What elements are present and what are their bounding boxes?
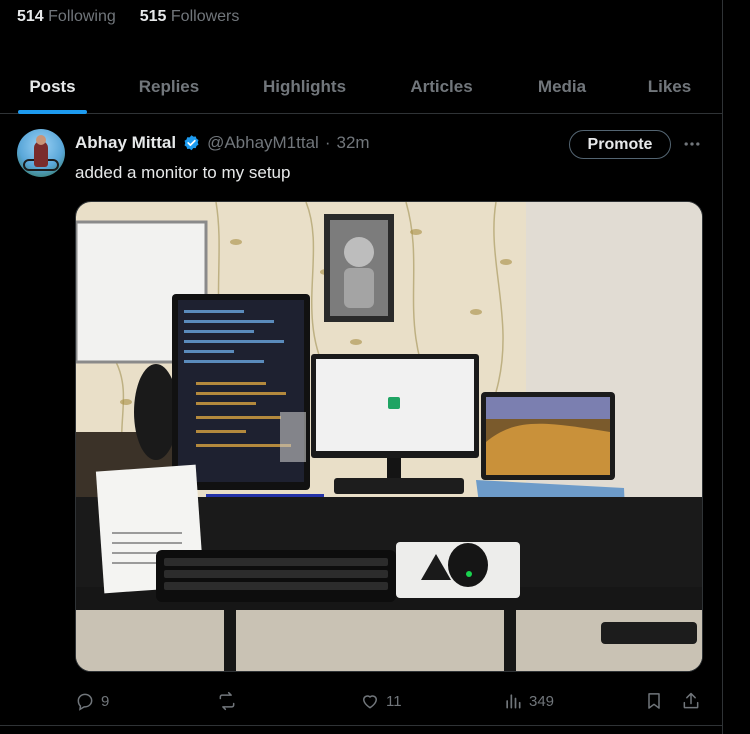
profile-tabs: Posts Replies Highlights Articles Media …: [0, 60, 722, 114]
tab-label: Media: [537, 77, 587, 96]
views-icon: [506, 694, 521, 709]
tweet-photo[interactable]: [75, 201, 703, 672]
bookmark-icon: [648, 693, 660, 709]
tab-articles[interactable]: Articles: [376, 60, 507, 114]
column-border: [722, 0, 723, 734]
like-count: 11: [386, 692, 402, 710]
views-button[interactable]: 349: [503, 689, 554, 713]
following-label: Following: [48, 8, 116, 25]
followers-label: Followers: [170, 8, 240, 25]
followers-count: 515: [139, 8, 167, 25]
followers-link[interactable]: 515 Followers: [140, 8, 240, 26]
desk-setup-photo: [76, 202, 702, 671]
tab-highlights[interactable]: Highlights: [233, 60, 376, 114]
tab-label: Articles: [410, 77, 473, 96]
reply-count: 9: [101, 692, 110, 710]
tweet-header: Abhay Mittal @AbhayM1ttal · 32m: [75, 133, 370, 153]
reply-icon: [77, 693, 93, 711]
profile-stats: 514 Following 515 Followers: [17, 8, 239, 26]
repost-icon: [219, 691, 235, 711]
bookmark-button[interactable]: [644, 689, 664, 713]
tab-media[interactable]: Media: [507, 60, 617, 114]
share-button[interactable]: [681, 689, 701, 713]
tab-likes[interactable]: Likes: [617, 60, 722, 114]
tab-label: Highlights: [262, 77, 347, 96]
tab-label: Posts: [29, 77, 76, 96]
more-icon[interactable]: [680, 133, 704, 155]
separator-dot: ·: [324, 133, 331, 152]
reply-button[interactable]: 9: [75, 689, 109, 713]
like-icon: [362, 695, 378, 709]
views-count: 349: [529, 692, 555, 710]
tweet-actions: 9 11 349: [75, 689, 705, 713]
tab-label: Replies: [138, 77, 200, 96]
avatar-head-shape: [36, 135, 46, 145]
share-icon: [683, 692, 699, 709]
following-link[interactable]: 514 Following: [17, 8, 116, 26]
tab-replies[interactable]: Replies: [105, 60, 233, 114]
like-button[interactable]: 11: [360, 689, 402, 713]
tweet-timestamp[interactable]: 32m: [337, 133, 370, 153]
tab-label: Likes: [647, 77, 692, 96]
author-handle[interactable]: @AbhayM1ttal: [207, 133, 319, 153]
tab-posts[interactable]: Posts: [0, 60, 105, 114]
tweet[interactable]: Abhay Mittal @AbhayM1ttal · 32m Promote …: [0, 114, 722, 726]
verified-badge-icon[interactable]: [182, 134, 201, 153]
repost-button[interactable]: [217, 689, 243, 713]
promote-button[interactable]: Promote: [569, 130, 671, 159]
following-count: 514: [17, 8, 44, 25]
avatar[interactable]: [17, 129, 65, 177]
author-name[interactable]: Abhay Mittal: [75, 133, 176, 153]
tweet-text: added a monitor to my setup: [75, 163, 291, 182]
